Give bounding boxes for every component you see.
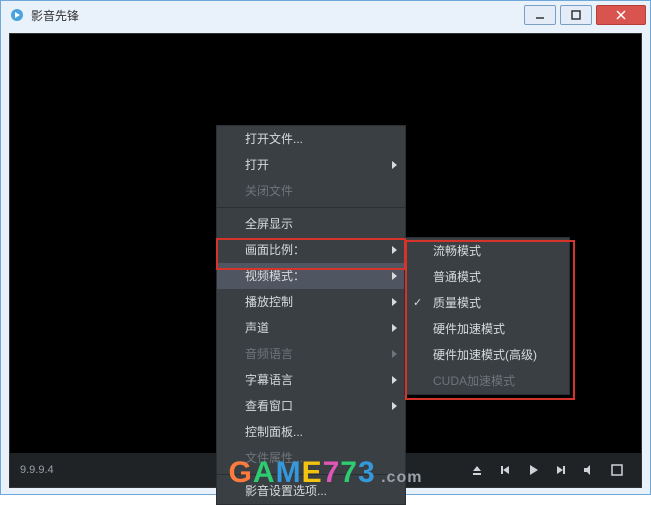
menu-item[interactable]: 声道 — [217, 315, 405, 341]
menu-item[interactable]: 查看窗口 — [217, 393, 405, 419]
submenu-item-label: 普通模式 — [433, 270, 481, 284]
volume-icon[interactable] — [578, 459, 600, 481]
submenu-item: CUDA加速模式 — [405, 368, 569, 394]
menu-item[interactable]: 视频模式： — [217, 263, 405, 289]
menu-item[interactable]: 影音设置选项... — [217, 478, 405, 504]
version-label: 9.9.9.4 — [20, 464, 54, 476]
menu-item-label: 控制面板... — [245, 425, 303, 439]
submenu-item[interactable]: 硬件加速模式(高级) — [405, 342, 569, 368]
close-button[interactable] — [596, 5, 646, 25]
submenu-item[interactable]: 硬件加速模式 — [405, 316, 569, 342]
submenu-arrow-icon — [392, 350, 397, 358]
window-title: 影音先锋 — [31, 7, 79, 24]
submenu-arrow-icon — [392, 324, 397, 332]
submenu-item-label: CUDA加速模式 — [433, 374, 515, 388]
menu-item[interactable]: 打开 — [217, 152, 405, 178]
submenu-item[interactable]: ✓ 质量模式 — [405, 290, 569, 316]
submenu-item-label: 质量模式 — [433, 296, 481, 310]
menu-item: 关闭文件 — [217, 178, 405, 204]
menu-item-label: 文件属性... — [245, 451, 303, 465]
menu-item-label: 打开文件... — [245, 132, 303, 146]
menu-item[interactable]: 字幕语言 — [217, 367, 405, 393]
submenu-item[interactable]: 流畅模式 — [405, 238, 569, 264]
submenu-arrow-icon — [392, 298, 397, 306]
menu-item[interactable]: 打开文件... — [217, 126, 405, 152]
submenu-arrow-icon — [392, 246, 397, 254]
menu-separator — [217, 474, 405, 475]
menu-item-label: 播放控制 — [245, 295, 293, 309]
menu-item: 音频语言 — [217, 341, 405, 367]
app-icon — [9, 7, 25, 23]
menu-item[interactable]: 画面比例： — [217, 237, 405, 263]
menu-item-label: 音频语言 — [245, 347, 293, 361]
submenu-item-label: 硬件加速模式(高级) — [433, 348, 537, 362]
context-menu[interactable]: 打开文件... 打开关闭文件全屏显示画面比例： 视频模式： 播放控制声道音频语言字幕语… — [216, 125, 406, 505]
menu-item[interactable]: 全屏显示 — [217, 211, 405, 237]
menu-item-label: 全屏显示 — [245, 217, 293, 231]
video-mode-submenu[interactable]: 流畅模式普通模式 ✓ 质量模式硬件加速模式硬件加速模式(高级) CUDA加速模式 — [404, 237, 570, 395]
play-icon[interactable] — [522, 459, 544, 481]
menu-item[interactable]: 控制面板... — [217, 419, 405, 445]
prev-icon[interactable] — [494, 459, 516, 481]
submenu-arrow-icon — [392, 161, 397, 169]
menu-item-label: 查看窗口 — [245, 399, 293, 413]
fullscreen-icon[interactable] — [606, 459, 628, 481]
submenu-arrow-icon — [392, 272, 397, 280]
menu-item-label: 视频模式： — [245, 269, 305, 283]
menu-item[interactable]: 播放控制 — [217, 289, 405, 315]
titlebar[interactable]: 影音先锋 — [1, 1, 650, 29]
minimize-button[interactable] — [524, 5, 556, 25]
menu-item-label: 画面比例： — [245, 243, 305, 257]
menu-separator — [217, 207, 405, 208]
maximize-button[interactable] — [560, 5, 592, 25]
menu-item-label: 影音设置选项... — [245, 484, 327, 498]
menu-item-label: 字幕语言 — [245, 373, 293, 387]
eject-icon[interactable] — [466, 459, 488, 481]
next-icon[interactable] — [550, 459, 572, 481]
submenu-arrow-icon — [392, 376, 397, 384]
menu-item-label: 声道 — [245, 321, 269, 335]
check-icon: ✓ — [413, 290, 422, 316]
submenu-item-label: 硬件加速模式 — [433, 322, 505, 336]
submenu-item-label: 流畅模式 — [433, 244, 481, 258]
submenu-item[interactable]: 普通模式 — [405, 264, 569, 290]
menu-item-label: 关闭文件 — [245, 184, 293, 198]
menu-item: 文件属性... — [217, 445, 405, 471]
submenu-arrow-icon — [392, 402, 397, 410]
menu-item-label: 打开 — [245, 158, 269, 172]
